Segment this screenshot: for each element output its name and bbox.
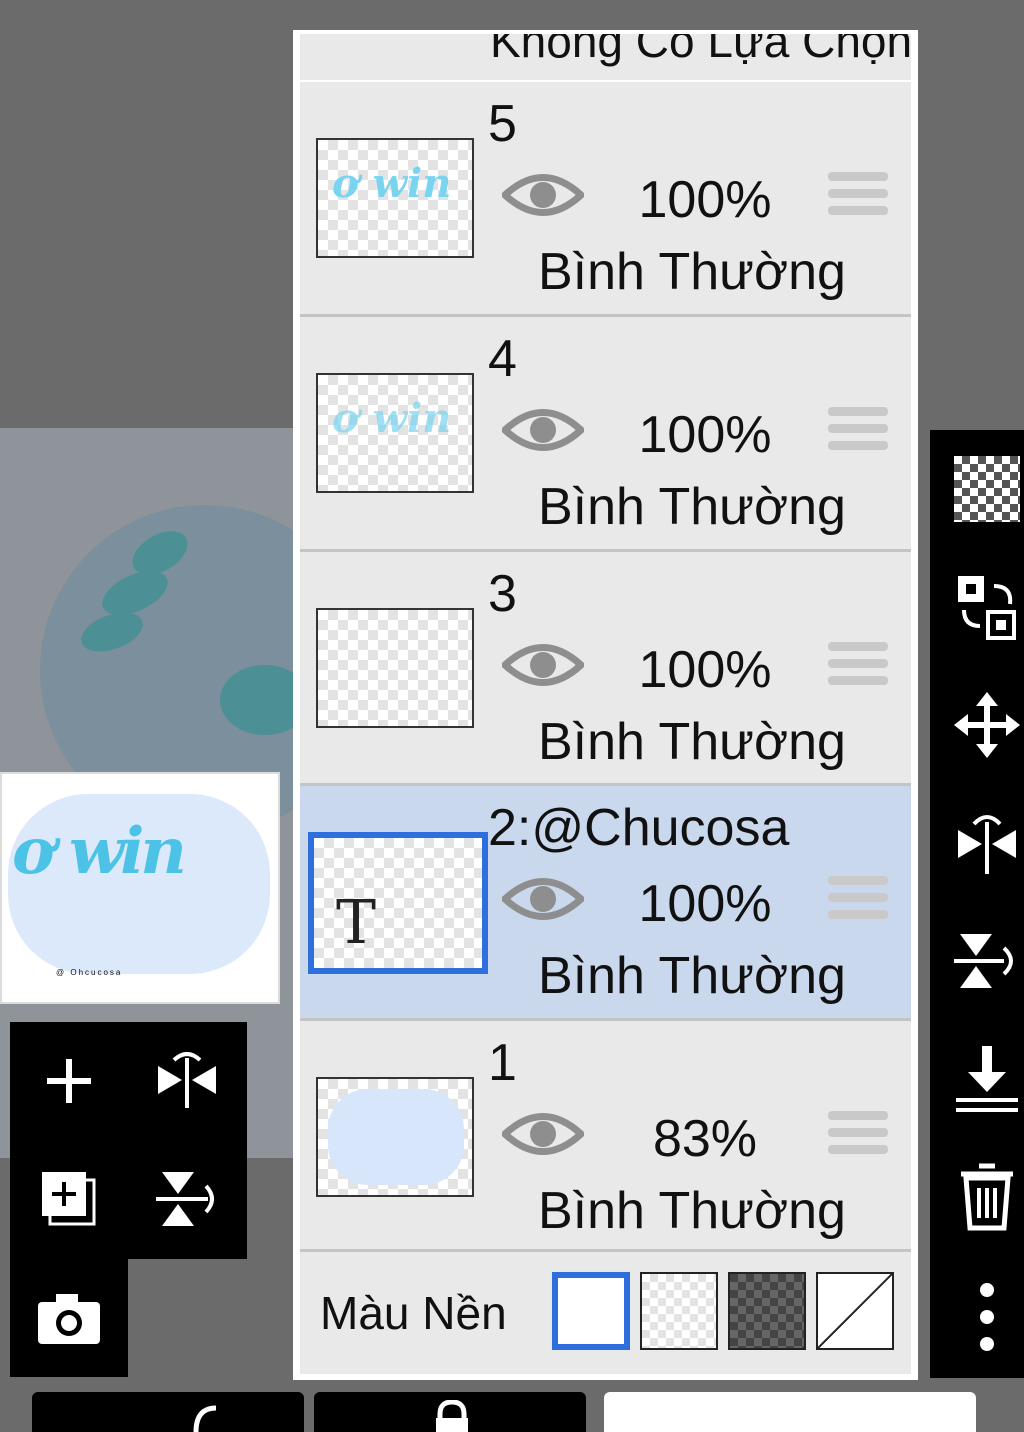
swap-layers-button[interactable] xyxy=(950,570,1024,644)
layer-opacity[interactable]: 100% xyxy=(600,170,810,230)
bottom-tab-lock[interactable] xyxy=(314,1392,586,1432)
flip-vertical-icon xyxy=(954,934,1013,988)
bottom-tab-left[interactable] xyxy=(32,1392,304,1432)
layer-blend-mode[interactable]: Bình Thường xyxy=(538,946,846,1006)
layer-name: 4 xyxy=(488,330,517,388)
layer-row[interactable]: ơ win 5 100% Bình Thường xyxy=(300,82,911,314)
layer-thumbnail: ơ win xyxy=(316,373,474,493)
bg-option-white[interactable] xyxy=(552,1272,630,1350)
navigator-handle-text: @ Ohcucosa xyxy=(56,968,123,977)
layer-blend-mode[interactable]: Bình Thường xyxy=(538,477,846,537)
flip-layer-vertical-button[interactable] xyxy=(142,1154,232,1244)
visibility-eye-icon[interactable] xyxy=(502,1105,584,1163)
flip-vertical-icon xyxy=(156,1172,214,1226)
navigator-preview[interactable]: ơ win xyxy=(0,772,280,1004)
layer-name: 1 xyxy=(488,1034,517,1092)
flip-vertical-button[interactable] xyxy=(950,924,1024,998)
layer-opacity[interactable]: 100% xyxy=(600,874,810,934)
transparency-icon xyxy=(954,456,1020,522)
layer-name: 5 xyxy=(488,95,517,153)
visibility-eye-icon[interactable] xyxy=(502,636,584,694)
layer-thumbnail: ơ win xyxy=(316,138,474,258)
layer-thumbnail xyxy=(316,1077,474,1197)
bg-option-transparent[interactable] xyxy=(640,1272,718,1350)
add-layer-button[interactable] xyxy=(24,1036,114,1126)
layer-row[interactable]: ơ win 4 100% Bình Thường xyxy=(300,317,911,549)
merge-down-icon xyxy=(956,1046,1018,1112)
layer-opacity[interactable]: 100% xyxy=(600,640,810,700)
drag-handle-icon[interactable] xyxy=(828,172,888,226)
visibility-eye-icon[interactable] xyxy=(502,166,584,224)
selection-header-label: Không Có Lựa Chọn xyxy=(490,34,911,67)
layer-blend-mode[interactable]: Bình Thường xyxy=(538,242,846,302)
add-layer-icon xyxy=(47,1059,91,1103)
selection-header[interactable]: Không Có Lựa Chọn xyxy=(300,34,911,80)
slash-icon xyxy=(817,1273,893,1349)
add-copy-layer-icon xyxy=(42,1172,96,1226)
drag-handle-icon[interactable] xyxy=(828,876,888,930)
layer-thumbnail xyxy=(316,608,474,728)
visibility-eye-icon[interactable] xyxy=(502,401,584,459)
more-options-button[interactable] xyxy=(950,1280,1024,1354)
flip-horizontal-icon xyxy=(158,1052,216,1108)
thumbnail-art: ơ win xyxy=(332,395,452,442)
layer-opacity[interactable]: 83% xyxy=(600,1109,810,1169)
layer-name: 2:@Chucosa xyxy=(488,799,790,857)
camera-icon xyxy=(38,1294,100,1344)
layer-opacity[interactable]: 100% xyxy=(600,405,810,465)
bg-option-dark-checker[interactable] xyxy=(728,1272,806,1350)
drag-handle-icon[interactable] xyxy=(828,1111,888,1165)
move-button[interactable] xyxy=(950,688,1024,762)
right-toolbar xyxy=(930,430,1024,1378)
bg-option-none[interactable] xyxy=(816,1272,894,1350)
layer-blend-mode[interactable]: Bình Thường xyxy=(538,712,846,772)
transparency-button[interactable] xyxy=(950,452,1024,526)
thumbnail-art: ơ win xyxy=(332,160,452,207)
import-photo-button[interactable] xyxy=(24,1273,114,1363)
text-layer-glyph: T xyxy=(336,888,377,958)
visibility-eye-icon[interactable] xyxy=(502,870,584,928)
more-vert-icon xyxy=(980,1283,994,1351)
flip-layer-horizontal-button[interactable] xyxy=(142,1036,232,1126)
layer-row-selected[interactable]: T 2:@Chucosa 100% Bình Thường xyxy=(300,786,911,1018)
left-toolbar-camera-area xyxy=(10,1259,128,1377)
drag-handle-icon[interactable] xyxy=(828,642,888,696)
add-copy-layer-button[interactable] xyxy=(24,1154,114,1244)
flip-horizontal-icon xyxy=(958,815,1016,874)
background-color-label: Màu Nền xyxy=(320,1287,507,1339)
left-toolbar xyxy=(10,1022,247,1259)
merge-down-button[interactable] xyxy=(950,1042,1024,1116)
swap-layers-icon xyxy=(958,576,1016,640)
lock-icon xyxy=(436,1400,468,1432)
drag-handle-icon[interactable] xyxy=(828,407,888,461)
background-color-row: Màu Nền xyxy=(300,1252,911,1374)
delete-layer-button[interactable] xyxy=(950,1160,1024,1234)
navigator-title-art: ơ win xyxy=(12,814,187,889)
layer-row[interactable]: 3 100% Bình Thường xyxy=(300,552,911,784)
thumbnail-cloud-art xyxy=(328,1089,464,1185)
flip-horizontal-button[interactable] xyxy=(950,806,1024,880)
move-icon xyxy=(954,692,1020,758)
trash-icon xyxy=(961,1163,1013,1231)
layer-blend-mode[interactable]: Bình Thường xyxy=(538,1181,846,1241)
bottom-blend-field[interactable] xyxy=(604,1392,976,1432)
brush-icon xyxy=(193,1405,217,1432)
layer-thumbnail: T xyxy=(308,832,488,974)
layer-row[interactable]: 1 83% Bình Thường xyxy=(300,1021,911,1253)
layer-name: 3 xyxy=(488,565,517,623)
